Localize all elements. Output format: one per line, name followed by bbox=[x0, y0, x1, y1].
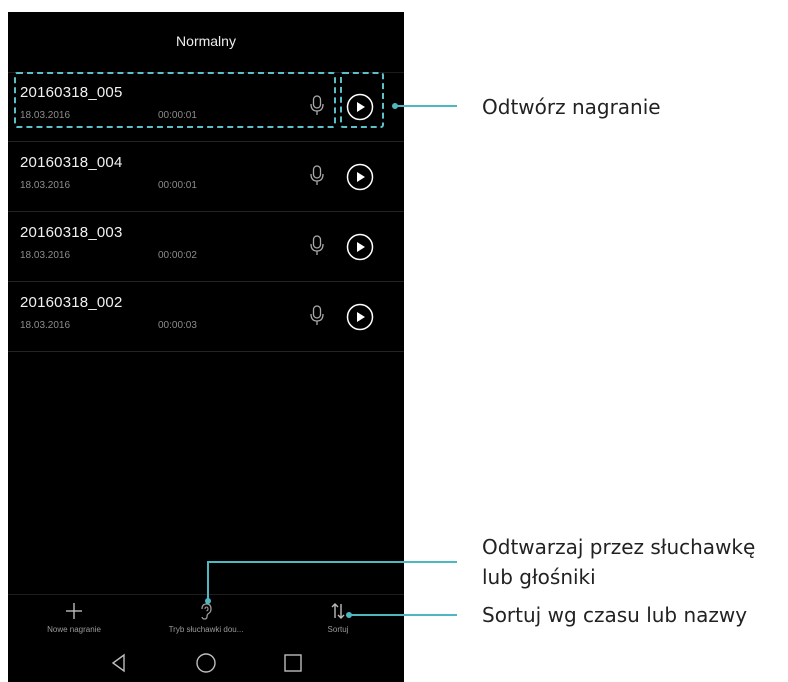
new-recording-button[interactable]: Nowe nagranie bbox=[8, 595, 140, 645]
new-recording-label: Nowe nagranie bbox=[47, 625, 101, 634]
play-button[interactable] bbox=[346, 303, 374, 331]
callout-play-label: Odtwórz nagranie bbox=[482, 95, 661, 119]
recording-date: 18.03.2016 bbox=[20, 110, 71, 121]
manual-figure: Normalny 20160318_005 18.03.2016 00:00:0… bbox=[0, 0, 788, 682]
recording-name: 20160318_003 bbox=[20, 224, 123, 241]
recording-duration: 00:00:02 bbox=[158, 250, 197, 261]
recent-square-icon[interactable] bbox=[282, 652, 304, 674]
list-item[interactable]: 20160318_003 18.03.2016 00:00:02 bbox=[8, 212, 404, 282]
list-item[interactable]: 20160318_004 18.03.2016 00:00:01 bbox=[8, 142, 404, 212]
callout-line-play bbox=[395, 105, 457, 107]
callout-line-sort bbox=[349, 614, 457, 616]
microphone-icon bbox=[310, 305, 324, 325]
microphone-icon bbox=[310, 165, 324, 185]
callout-sort-label: Sortuj wg czasu lub nazwy bbox=[482, 603, 748, 627]
sort-button[interactable]: Sortuj bbox=[272, 595, 404, 645]
callout-line-earpiece-vertical bbox=[207, 562, 209, 600]
play-button[interactable] bbox=[346, 93, 374, 121]
play-button[interactable] bbox=[346, 163, 374, 191]
recording-date: 18.03.2016 bbox=[20, 250, 71, 261]
microphone-icon bbox=[310, 235, 324, 255]
back-triangle-icon[interactable] bbox=[108, 652, 130, 674]
earpiece-mode-label: Tryb słuchawki dou... bbox=[168, 625, 244, 634]
recording-name: 20160318_004 bbox=[20, 154, 123, 171]
recording-duration: 00:00:01 bbox=[158, 110, 197, 121]
callout-line-earpiece bbox=[207, 561, 457, 563]
list-item[interactable]: 20160318_002 18.03.2016 00:00:03 bbox=[8, 282, 404, 352]
recording-duration: 00:00:01 bbox=[158, 180, 197, 191]
recording-date: 18.03.2016 bbox=[20, 320, 71, 331]
callout-earpiece-line1: Odtwarzaj przez słuchawkę bbox=[482, 535, 756, 559]
page-title: Normalny bbox=[176, 33, 236, 49]
callout-earpiece-line2: lub głośniki bbox=[482, 565, 596, 589]
app-header: Normalny bbox=[8, 12, 404, 73]
sort-icon bbox=[331, 603, 345, 619]
home-circle-icon[interactable] bbox=[195, 652, 217, 674]
list-item[interactable]: 20160318_005 18.03.2016 00:00:01 bbox=[8, 72, 404, 142]
recording-duration: 00:00:03 bbox=[158, 320, 197, 331]
play-button[interactable] bbox=[346, 233, 374, 261]
phone-screen: Normalny 20160318_005 18.03.2016 00:00:0… bbox=[8, 12, 404, 682]
recordings-list: 20160318_005 18.03.2016 00:00:01 2016031… bbox=[8, 72, 404, 352]
microphone-icon bbox=[310, 95, 324, 115]
sort-label: Sortuj bbox=[327, 625, 349, 634]
recording-name: 20160318_002 bbox=[20, 294, 123, 311]
plus-icon bbox=[66, 603, 82, 619]
ear-icon bbox=[201, 603, 212, 620]
system-navbar bbox=[8, 644, 404, 682]
recording-name: 20160318_005 bbox=[20, 84, 123, 101]
recording-date: 18.03.2016 bbox=[20, 180, 71, 191]
